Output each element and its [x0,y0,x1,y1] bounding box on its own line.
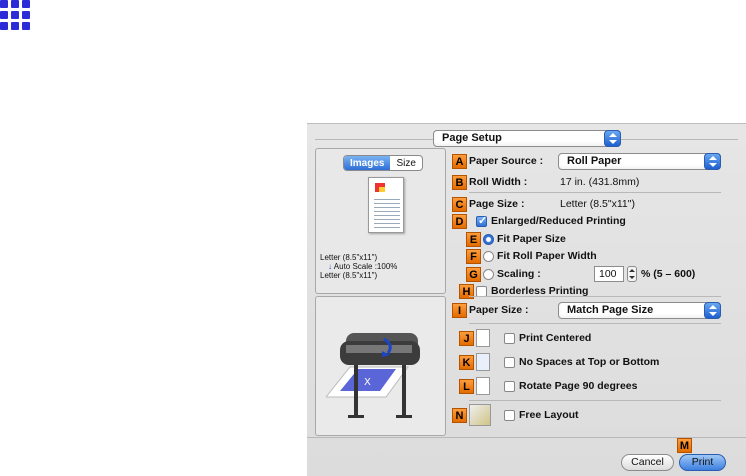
page-size-value: Letter (8.5"x11") [560,198,635,210]
preview-tabs: Images Size [343,155,423,171]
print-centered-icon [476,329,490,347]
cancel-button[interactable]: Cancel [621,454,674,471]
paper-size-label: Paper Size : [469,304,529,316]
rotate-page-label: Rotate Page 90 degrees [519,380,638,392]
paper-source-value: Roll Paper [567,155,622,167]
fit-roll-width-radio[interactable] [483,251,494,262]
preview-original-size: Letter (8.5"x11") [320,253,378,262]
print-button[interactable]: Print [679,454,726,471]
fit-paper-size-radio[interactable] [483,234,494,245]
callout-d: D [452,214,467,229]
page-size-label: Page Size : [469,198,525,210]
callout-l: L [459,379,474,394]
callout-k: K [459,355,474,370]
scaling-range: % (5 – 600) [641,268,696,280]
callout-b: B [452,175,467,190]
arrow-down-icon: ↓ [328,262,332,271]
roll-width-label: Roll Width : [469,176,528,188]
preview-panel: Images Size Letter (8.5"x11") ↓ Auto Sca… [315,148,446,294]
page-setup-popup[interactable]: Page Setup [433,130,621,147]
tab-images[interactable]: Images [344,156,391,170]
enlarged-reduced-label: Enlarged/Reduced Printing [491,215,626,227]
no-spaces-icon [476,353,490,371]
fit-paper-size-label: Fit Paper Size [497,233,566,245]
roll-width-value: 17 in. (431.8mm) [560,176,640,188]
callout-i: I [452,303,467,318]
printer-illustration-panel: X [315,296,446,436]
paper-source-label: Paper Source : [469,155,544,167]
app-grid-icon [0,0,30,30]
rotate-page-icon [476,377,490,395]
preview-scale: Auto Scale :100% [333,262,398,271]
callout-f: F [466,249,481,264]
callout-g: G [466,267,481,282]
rotate-page-checkbox[interactable] [504,381,515,392]
chevron-updown-icon [704,153,721,170]
chevron-updown-icon [704,302,721,319]
printer-illustration: X [326,333,420,418]
free-layout-label: Free Layout [519,409,579,421]
scaling-radio[interactable] [483,269,494,280]
paper-size-value: Match Page Size [567,304,654,316]
paper-size-popup[interactable]: Match Page Size [558,302,721,319]
print-centered-label: Print Centered [519,332,592,344]
page-setup-label: Page Setup [442,132,502,144]
chevron-updown-icon [604,130,621,147]
print-centered-checkbox[interactable] [504,333,515,344]
enlarged-reduced-checkbox[interactable] [476,214,487,227]
callout-c: C [452,197,467,212]
callout-e: E [466,232,481,247]
preview-output-size: Letter (8.5"x11") [320,271,378,280]
preview-scale-row: ↓ Auto Scale :100% [328,262,397,271]
callout-n: N [452,408,467,423]
free-layout-checkbox[interactable] [504,410,515,421]
page-thumbnail [368,177,404,233]
print-dialog: Page Setup Images Size Letter (8.5"x11")… [307,123,746,476]
free-layout-icon [469,404,491,426]
fit-roll-width-label: Fit Roll Paper Width [497,250,597,262]
callout-m: M [677,438,692,453]
scaling-label: Scaling : [497,268,541,280]
svg-text:X: X [364,377,371,388]
scaling-stepper[interactable] [627,266,637,282]
no-spaces-checkbox[interactable] [504,357,515,368]
scaling-input[interactable]: 100 [594,266,624,282]
paper-source-popup[interactable]: Roll Paper [558,153,721,170]
callout-a: A [452,154,467,169]
no-spaces-label: No Spaces at Top or Bottom [519,356,660,368]
tab-size[interactable]: Size [390,156,421,170]
callout-j: J [459,331,474,346]
